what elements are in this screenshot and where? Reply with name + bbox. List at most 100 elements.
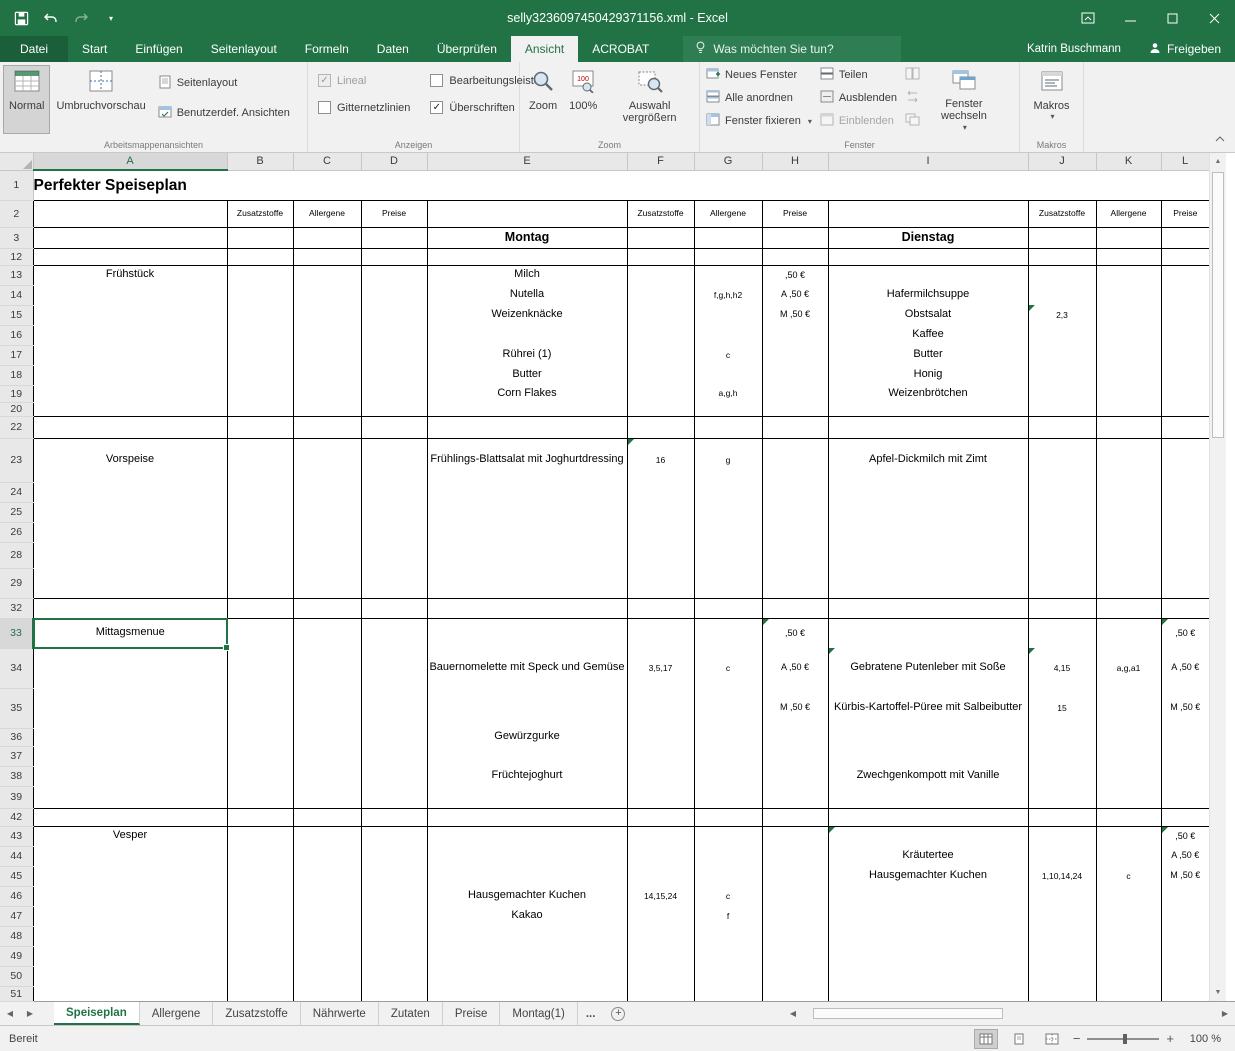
cell-E32[interactable] [427, 598, 627, 618]
cell-I36[interactable] [828, 728, 1028, 746]
cell-C50[interactable] [293, 966, 361, 986]
cell-F17[interactable] [627, 345, 694, 365]
cell-A14[interactable] [33, 285, 227, 305]
row-header-18[interactable]: 18 [0, 365, 33, 385]
cell-G45[interactable] [694, 866, 762, 886]
row-header-26[interactable]: 26 [0, 522, 33, 542]
cell-L15[interactable] [1161, 305, 1209, 325]
cell-C42[interactable] [293, 808, 361, 826]
cell-C2[interactable]: Allergene [293, 200, 361, 227]
cell-C34[interactable] [293, 648, 361, 688]
cell-K25[interactable] [1096, 502, 1161, 522]
cell-A44[interactable] [33, 846, 227, 866]
cell-K36[interactable] [1096, 728, 1161, 746]
minimize-button[interactable] [1109, 0, 1151, 36]
cell-B22[interactable] [227, 416, 293, 438]
cell-A34[interactable] [33, 648, 227, 688]
cell-F38[interactable] [627, 766, 694, 786]
cell-H3[interactable] [762, 227, 828, 248]
cell-I13[interactable] [828, 265, 1028, 285]
cell-C46[interactable] [293, 886, 361, 906]
switch-windows-button[interactable]: Fenster wechseln ▾ [928, 65, 1000, 134]
cell-K35[interactable] [1096, 688, 1161, 728]
cell-H24[interactable] [762, 482, 828, 502]
cell-A49[interactable] [33, 946, 227, 966]
cell-E42[interactable] [427, 808, 627, 826]
cell-H51[interactable] [762, 986, 828, 1001]
cell-D12[interactable] [361, 248, 427, 265]
cell-K12[interactable] [1096, 248, 1161, 265]
cell-B2[interactable]: Zusatzstoffe [227, 200, 293, 227]
row-header-3[interactable]: 3 [0, 227, 33, 248]
cell-J14[interactable] [1028, 285, 1096, 305]
cell-A29[interactable] [33, 568, 227, 598]
cell-G32[interactable] [694, 598, 762, 618]
row-header-47[interactable]: 47 [0, 906, 33, 926]
cell-I18[interactable]: Honig [828, 365, 1028, 385]
cell-B28[interactable] [227, 542, 293, 568]
cell-I32[interactable] [828, 598, 1028, 618]
cell-F51[interactable] [627, 986, 694, 1001]
cell-L50[interactable] [1161, 966, 1209, 986]
cell-C29[interactable] [293, 568, 361, 598]
cell-E43[interactable] [427, 826, 627, 846]
row-header-43[interactable]: 43 [0, 826, 33, 846]
zoom-percentage[interactable]: 100 % [1183, 1033, 1221, 1045]
row-header-15[interactable]: 15 [0, 305, 33, 325]
cell-I17[interactable]: Butter [828, 345, 1028, 365]
macros-button[interactable]: Makros ▾ [1027, 65, 1075, 134]
cell-H46[interactable] [762, 886, 828, 906]
cell-A25[interactable] [33, 502, 227, 522]
cell-G14[interactable]: f,g,h,h2 [694, 285, 762, 305]
arrange-all-button[interactable]: Alle anordnen [706, 88, 812, 108]
cell-L35[interactable]: M ,50 € [1161, 688, 1209, 728]
tab-start[interactable]: Start [68, 36, 121, 62]
cell-E17[interactable]: Rührei (1) [427, 345, 627, 365]
cell-G29[interactable] [694, 568, 762, 598]
cell-G1[interactable] [694, 170, 762, 200]
cell-G36[interactable] [694, 728, 762, 746]
cell-G38[interactable] [694, 766, 762, 786]
cell-F13[interactable] [627, 265, 694, 285]
cell-H14[interactable]: A ,50 € [762, 285, 828, 305]
row-header-29[interactable]: 29 [0, 568, 33, 598]
cell-F23[interactable]: 16 [627, 438, 694, 482]
undo-icon[interactable] [42, 9, 60, 27]
cell-J36[interactable] [1028, 728, 1096, 746]
cell-H28[interactable] [762, 542, 828, 568]
column-header-J[interactable]: J [1028, 153, 1096, 170]
zoom-in-icon[interactable]: + [1166, 1031, 1174, 1046]
row-header-49[interactable]: 49 [0, 946, 33, 966]
cell-D13[interactable] [361, 265, 427, 285]
cell-J39[interactable] [1028, 786, 1096, 808]
tab-einfuegen[interactable]: Einfügen [121, 36, 196, 62]
column-header-L[interactable]: L [1161, 153, 1209, 170]
save-icon[interactable] [12, 9, 30, 27]
cell-K29[interactable] [1096, 568, 1161, 598]
status-page-break-button[interactable] [1040, 1029, 1064, 1049]
cell-G12[interactable] [694, 248, 762, 265]
cell-D16[interactable] [361, 325, 427, 345]
cell-F29[interactable] [627, 568, 694, 598]
cell-G51[interactable] [694, 986, 762, 1001]
cell-B29[interactable] [227, 568, 293, 598]
sheet-nav-right-icon[interactable]: ▶ [20, 1002, 40, 1025]
cell-C3[interactable] [293, 227, 361, 248]
cell-K15[interactable] [1096, 305, 1161, 325]
cell-B18[interactable] [227, 365, 293, 385]
cell-C18[interactable] [293, 365, 361, 385]
cell-F42[interactable] [627, 808, 694, 826]
cell-E45[interactable] [427, 866, 627, 886]
horizontal-scrollbar-track[interactable] [801, 1007, 1217, 1020]
cell-B35[interactable] [227, 688, 293, 728]
cell-E25[interactable] [427, 502, 627, 522]
cell-C47[interactable] [293, 906, 361, 926]
cell-F32[interactable] [627, 598, 694, 618]
scroll-down-icon[interactable]: ▼ [1210, 984, 1226, 1001]
cell-E15[interactable]: Weizenknäcke [427, 305, 627, 325]
cell-A32[interactable] [33, 598, 227, 618]
cell-D48[interactable] [361, 926, 427, 946]
add-sheet-button[interactable]: + [603, 1002, 633, 1025]
cell-L22[interactable] [1161, 416, 1209, 438]
cell-F14[interactable] [627, 285, 694, 305]
